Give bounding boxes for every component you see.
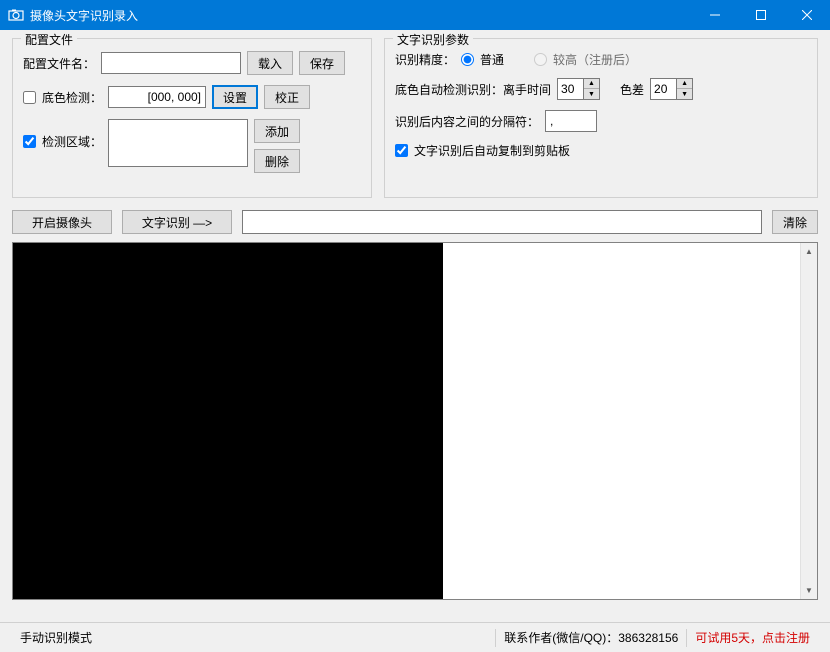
auto-copy-checkbox[interactable] — [395, 144, 408, 157]
ocr-params-legend: 文字识别参数 — [393, 31, 473, 48]
leave-time-input[interactable] — [557, 78, 583, 100]
precision-normal-label: 普通 — [480, 51, 504, 68]
config-name-input[interactable] — [101, 52, 241, 74]
config-legend: 配置文件 — [21, 31, 77, 48]
set-button[interactable]: 设置 — [212, 85, 258, 109]
scroll-track[interactable] — [801, 260, 817, 582]
detect-area-checkbox[interactable] — [23, 135, 36, 148]
maximize-button[interactable] — [738, 0, 784, 30]
leave-time-spinner[interactable]: ▲▼ — [557, 78, 600, 100]
delete-button[interactable]: 删除 — [254, 149, 300, 173]
precision-high-label: 较高（注册后） — [553, 51, 637, 68]
window-title: 摄像头文字识别录入 — [30, 7, 692, 24]
autodetect-label: 底色自动检测识别：离手时间 — [395, 81, 551, 98]
bg-detect-checkbox[interactable] — [23, 91, 36, 104]
spin-down-icon[interactable]: ▼ — [677, 89, 692, 99]
minimize-button[interactable] — [692, 0, 738, 30]
color-diff-input[interactable] — [650, 78, 676, 100]
statusbar: 手动识别模式 联系作者(微信/QQ)：386328156 可试用5天，点击注册 — [0, 622, 830, 652]
bg-detect-input[interactable] — [108, 86, 206, 108]
recognize-button[interactable]: 文字识别 —> — [122, 210, 232, 234]
spin-up-icon[interactable]: ▲ — [677, 79, 692, 89]
detect-area-label: 检测区域： — [42, 133, 102, 150]
result-input[interactable] — [242, 210, 762, 234]
viewer-panel: ▲ ▼ — [12, 242, 818, 600]
vertical-scrollbar[interactable]: ▲ ▼ — [800, 243, 817, 599]
separator-label: 识别后内容之间的分隔符： — [395, 113, 539, 130]
color-diff-label: 色差 — [620, 81, 644, 98]
app-icon — [8, 7, 24, 23]
add-button[interactable]: 添加 — [254, 119, 300, 143]
detect-area-input[interactable] — [108, 119, 248, 167]
scroll-up-icon[interactable]: ▲ — [801, 243, 817, 260]
config-name-label: 配置文件名： — [23, 55, 95, 72]
close-button[interactable] — [784, 0, 830, 30]
auto-copy-label: 文字识别后自动复制到剪贴板 — [414, 142, 570, 159]
status-trial[interactable]: 可试用5天，点击注册 — [687, 629, 818, 646]
spin-up-icon[interactable]: ▲ — [584, 79, 599, 89]
separator-input[interactable] — [545, 110, 597, 132]
status-mode: 手动识别模式 — [12, 629, 100, 646]
camera-view — [13, 243, 443, 599]
titlebar: 摄像头文字识别录入 — [0, 0, 830, 30]
open-camera-button[interactable]: 开启摄像头 — [12, 210, 112, 234]
status-contact: 联系作者(微信/QQ)：386328156 — [496, 629, 686, 646]
ocr-params-group: 文字识别参数 识别精度： 普通 较高（注册后） 底色自动检测识别：离手时间 ▲▼… — [384, 38, 818, 198]
config-group: 配置文件 配置文件名： 载入 保存 底色检测： 设置 校正 检测区域： 添加 — [12, 38, 372, 198]
scroll-down-icon[interactable]: ▼ — [801, 582, 817, 599]
correct-button[interactable]: 校正 — [264, 85, 310, 109]
save-button[interactable]: 保存 — [299, 51, 345, 75]
result-view: ▲ ▼ — [443, 243, 817, 599]
precision-high-radio[interactable] — [534, 53, 547, 66]
precision-normal-radio[interactable] — [461, 53, 474, 66]
color-diff-spinner[interactable]: ▲▼ — [650, 78, 693, 100]
clear-button[interactable]: 清除 — [772, 210, 818, 234]
bg-detect-label: 底色检测： — [42, 89, 102, 106]
spin-down-icon[interactable]: ▼ — [584, 89, 599, 99]
load-button[interactable]: 载入 — [247, 51, 293, 75]
precision-label: 识别精度： — [395, 51, 455, 68]
